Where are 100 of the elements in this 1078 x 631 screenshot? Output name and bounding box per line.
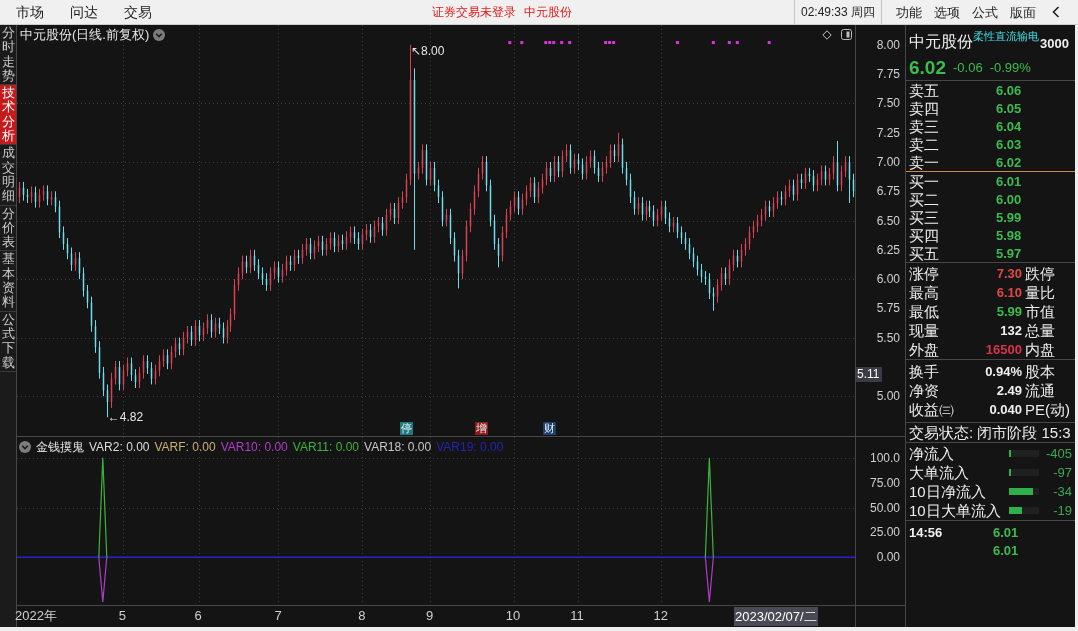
tick-time: 14:56	[909, 524, 944, 540]
event-marker: 增	[475, 422, 489, 436]
order-label: 卖五	[909, 81, 940, 99]
flow-value: -97	[1052, 465, 1072, 480]
menu-item[interactable]: 版面	[1010, 4, 1036, 20]
stat-label: 市值	[1024, 303, 1056, 320]
stat-label: 现量	[909, 322, 939, 339]
cursor-price: 5.11	[856, 367, 882, 382]
order-price: 6.04	[996, 118, 1022, 134]
panel-icon[interactable]	[841, 29, 852, 40]
stat-value: 0.94%	[984, 364, 1022, 379]
price-annotation: ←4.82	[107, 410, 144, 425]
menu-item[interactable]: 公式	[972, 4, 998, 20]
tick-price: 6.01	[993, 524, 1019, 540]
menu-item[interactable]: 问达	[70, 4, 98, 20]
order-label: 买四	[909, 226, 940, 244]
axis-label: 7.50	[876, 96, 900, 111]
order-price: 6.02	[996, 154, 1022, 170]
flow-value: -19	[1052, 503, 1072, 518]
stat-value: 7.30	[995, 266, 1022, 281]
stock-name: 中元股份	[909, 33, 973, 51]
menu-item[interactable]: 交易	[124, 4, 152, 20]
stat-value: 132	[999, 323, 1022, 338]
stat-label: PE(动)	[1024, 401, 1071, 418]
order-price: 6.06	[996, 82, 1022, 98]
cursor-date: 2023/02/07/二	[734, 607, 818, 626]
last-price: 6.02	[909, 56, 946, 79]
stat-label: 换手	[909, 363, 939, 380]
order-price: 5.97	[996, 245, 1022, 261]
axis-label: 12	[653, 608, 668, 624]
axis-label: 5.50	[876, 330, 900, 345]
menu-item[interactable]: 功能	[896, 4, 922, 20]
stat-value: 16500	[984, 342, 1022, 357]
diamond-icon[interactable]	[822, 29, 832, 40]
axis-label: 8.00	[876, 37, 900, 52]
sector-label: 柔性直流输电	[973, 30, 1039, 42]
sidebar-tab[interactable]: 成交明细	[0, 145, 16, 206]
sidebar-tab[interactable]: 技术分析	[0, 85, 16, 146]
order-label: 卖二	[909, 135, 940, 153]
flow-label: 10日大单流入	[909, 502, 1002, 519]
order-price: 6.00	[996, 191, 1022, 207]
legend-item: VAR11: 0.00	[292, 440, 360, 454]
stat-value: 0.040	[988, 402, 1022, 417]
order-label: 卖四	[909, 99, 940, 117]
stat-value: 2.49	[995, 383, 1022, 398]
order-label: 卖一	[909, 153, 940, 171]
axis-label: 7.25	[876, 125, 900, 140]
axis-label: 100.0	[869, 450, 900, 465]
stock-code: 3000	[1040, 36, 1069, 51]
flow-label: 大单流入	[909, 464, 970, 481]
order-price: 6.03	[996, 136, 1022, 152]
sidebar-tab[interactable]: 分价表	[0, 205, 16, 252]
stat-label: 总量	[1024, 322, 1056, 339]
menu-item[interactable]: 市场	[16, 4, 44, 20]
order-label: 卖三	[909, 117, 940, 135]
flow-value: -34	[1052, 484, 1072, 499]
flow-value: -405	[1044, 446, 1072, 461]
sidebar-tab[interactable]: 公式下载	[0, 311, 16, 372]
order-price: 5.99	[996, 209, 1022, 225]
legend-item: VAR10: 0.00	[220, 440, 288, 454]
order-label: 买一	[909, 172, 940, 190]
stat-label: 股本	[1024, 363, 1056, 380]
stat-label: 外盘	[909, 341, 939, 358]
stat-label: 收益㈢	[909, 401, 954, 418]
axis-label: 5.75	[876, 301, 900, 316]
chart-title: 中元股份(日线.前复权)	[20, 27, 150, 42]
chevron-left-icon[interactable]	[1052, 6, 1060, 18]
order-price: 6.01	[996, 173, 1022, 189]
stat-label: 最高	[909, 284, 939, 301]
axis-label: 9	[426, 608, 434, 624]
legend-item: VAR19: 0.00	[436, 440, 504, 454]
event-marker: 财	[543, 422, 557, 436]
axis-label: 11	[570, 608, 584, 624]
chevron-down-icon[interactable]	[19, 441, 31, 453]
flow-label: 10日净流入	[909, 483, 987, 500]
stat-value: 6.10	[995, 285, 1022, 300]
sidebar-tab[interactable]: 基本资料	[0, 251, 16, 312]
axis-label: 7	[274, 608, 282, 624]
axis-label: 50.00	[869, 500, 900, 515]
event-marker: 停	[399, 422, 413, 436]
flow-label: 净流入	[909, 445, 955, 462]
login-status: 证券交易未登录	[432, 5, 516, 19]
trade-status: 交易状态: 闭市阶段 15:3	[909, 424, 1071, 441]
chevron-down-icon[interactable]	[153, 28, 166, 41]
stat-label: 涨停	[909, 265, 939, 282]
stat-label: 跌停	[1024, 265, 1056, 282]
axis-label: 2022年	[14, 608, 57, 624]
tick-price: 6.01	[993, 542, 1019, 558]
axis-label: 5	[118, 608, 126, 624]
menu-item[interactable]: 选项	[934, 4, 960, 20]
change-percent: -0.99%	[989, 60, 1031, 75]
order-label: 买三	[909, 208, 940, 226]
stock-title: 中元股份	[524, 5, 572, 19]
price-annotation: ↖8.00	[411, 43, 445, 58]
axis-label: 7.75	[876, 67, 900, 82]
axis-label: 6.50	[876, 213, 900, 228]
axis-label: 6.75	[876, 184, 900, 199]
axis-label: 0.00	[876, 550, 900, 565]
axis-label: 5.00	[876, 389, 900, 404]
price-change: -0.06	[953, 60, 983, 75]
